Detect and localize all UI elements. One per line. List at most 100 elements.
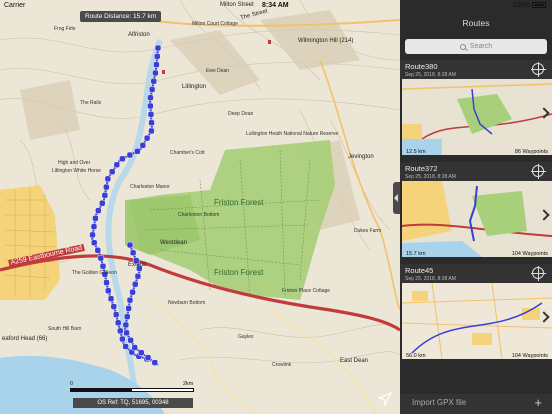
waypoint-marker[interactable]: [113, 161, 121, 169]
crosshair-icon[interactable]: [531, 62, 546, 77]
map-canvas: [0, 0, 400, 414]
map-label-south-hill-barn: South Hill Barn: [48, 326, 82, 332]
map-label-gayles: Gayles: [238, 334, 254, 340]
waypoint-marker[interactable]: [114, 319, 122, 327]
map-label-friston-forest: Friston Forest: [214, 198, 264, 207]
waypoint-marker[interactable]: [123, 329, 130, 337]
waypoint-marker[interactable]: [122, 343, 129, 350]
carrier-label: Carrier: [4, 2, 26, 9]
map-label-deep-dean: Deep Dean: [228, 111, 254, 117]
route-list-item[interactable]: Route45 Sep 25, 2018, 8:28 AM 56.0 km 10…: [400, 264, 552, 363]
map-label-charleston-manor: Charleston Manor: [130, 184, 170, 190]
route-header: Route380 Sep 25, 2018, 8:28 AM: [400, 60, 552, 79]
route-header: Route45 Sep 25, 2018, 8:28 AM: [400, 264, 552, 283]
waypoint-marker[interactable]: [138, 349, 145, 356]
waypoint-marker[interactable]: [123, 313, 131, 320]
search-input[interactable]: Search: [405, 39, 547, 54]
waypoint-marker[interactable]: [89, 231, 96, 239]
waypoint-marker[interactable]: [126, 151, 134, 159]
map-label-chambers-cott: Chamber's Cott: [170, 150, 205, 156]
waypoint-marker[interactable]: [103, 183, 110, 191]
waypoint-marker[interactable]: [131, 344, 138, 351]
waypoint-marker[interactable]: [112, 311, 120, 318]
map-label-litlington: Litlington: [182, 84, 207, 90]
waypoint-marker[interactable]: [94, 247, 102, 254]
waypoint-marker[interactable]: [148, 86, 156, 93]
map-label-friston-place: Friston Place Cottage: [282, 288, 331, 294]
waypoint-marker[interactable]: [126, 296, 134, 304]
map-label-litlington-white-horse: Litlington White Horse: [52, 168, 101, 174]
waypoint-marker[interactable]: [150, 77, 158, 85]
battery-percent: 100%: [512, 2, 530, 9]
waypoint-marker[interactable]: [151, 359, 159, 366]
waypoint-marker[interactable]: [148, 127, 155, 135]
route-thumbnail: 15.7 km 104 Waypoints: [402, 181, 552, 257]
waypoint-marker[interactable]: [148, 119, 155, 126]
waypoint-marker[interactable]: [97, 254, 105, 262]
waypoint-marker[interactable]: [147, 102, 154, 110]
map-view[interactable]: Route Distance: 15.7 km Alfriston Milton…: [0, 0, 400, 414]
route-header: Route372 Sep 25, 2018, 8:28 AM: [400, 162, 552, 181]
os-reference-label: OS Ref: TQ, 51695, 00348: [73, 398, 193, 408]
waypoint-marker[interactable]: [119, 155, 126, 163]
crosshair-icon[interactable]: [531, 164, 546, 179]
waypoint-marker[interactable]: [101, 192, 109, 199]
waypoint-marker[interactable]: [153, 53, 161, 60]
sidebar-toggle-handle[interactable]: [393, 182, 400, 214]
waypoint-marker[interactable]: [105, 287, 112, 295]
waypoint-marker[interactable]: [126, 241, 134, 249]
route-name: Route380: [405, 62, 438, 71]
import-gpx-button[interactable]: Import GPX file +: [400, 394, 552, 414]
waypoint-marker[interactable]: [107, 295, 115, 302]
route-list-item[interactable]: Route380 Sep 25, 2018, 8:28 AM 12.5 km 8…: [400, 60, 552, 159]
waypoint-marker[interactable]: [154, 44, 162, 52]
route-list-item[interactable]: Route372 Sep 25, 2018, 8:28 AM 15.7 km 1…: [400, 162, 552, 261]
scale-start-label: 0: [70, 381, 74, 387]
map-label-wilmington-hill: Wilmington Hill (214): [298, 38, 354, 44]
status-bar: Carrier 8:34 AM 100%: [0, 0, 552, 12]
waypoint-marker[interactable]: [90, 239, 98, 246]
route-thumbnail: 12.5 km 86 Waypoints: [402, 79, 552, 155]
map-label-westdean: Westdean: [160, 240, 187, 246]
waypoint-marker[interactable]: [144, 354, 152, 361]
waypoint-marker[interactable]: [129, 249, 137, 257]
map-label-jevington: Jevington: [348, 154, 374, 160]
waypoint-marker[interactable]: [127, 336, 134, 344]
waypoint-marker[interactable]: [90, 223, 98, 230]
map-label-alfriston: Alfriston: [128, 32, 150, 38]
waypoint-marker[interactable]: [153, 61, 160, 68]
waypoint-marker[interactable]: [110, 303, 118, 310]
waypoint-marker[interactable]: [108, 168, 116, 175]
route-name: Route45: [405, 266, 434, 275]
crosshair-icon[interactable]: [531, 266, 546, 281]
waypoint-marker[interactable]: [132, 280, 139, 288]
route-thumbnail: 56.0 km 104 Waypoints: [402, 283, 552, 359]
waypoint-marker[interactable]: [134, 148, 141, 155]
location-arrow-icon[interactable]: [378, 392, 398, 412]
waypoint-marker[interactable]: [134, 273, 142, 280]
waypoint-marker[interactable]: [99, 199, 106, 207]
map-label-lullington: Lullington Heath National Nature Reserve: [246, 131, 339, 137]
waypoint-marker[interactable]: [104, 175, 112, 183]
waypoint-marker[interactable]: [129, 288, 136, 296]
waypoint-marker[interactable]: [95, 207, 102, 214]
waypoint-marker[interactable]: [139, 142, 147, 149]
waypoint-marker[interactable]: [99, 262, 107, 270]
map-label-charleston-bottom: Charleston Bottom: [178, 212, 220, 218]
waypoint-marker[interactable]: [152, 69, 159, 77]
waypoint-marker[interactable]: [116, 327, 124, 335]
waypoint-marker[interactable]: [125, 305, 132, 312]
waypoint-marker[interactable]: [147, 111, 155, 118]
waypoint-marker[interactable]: [122, 321, 130, 329]
map-label-seaford-head: eaford Head (66): [2, 336, 48, 342]
waypoint-marker[interactable]: [92, 215, 99, 222]
waypoint-marker[interactable]: [119, 335, 126, 343]
map-label-dukes-farm: Dukes Farm: [354, 228, 382, 234]
waypoint-marker[interactable]: [103, 279, 110, 286]
waypoint-marker[interactable]: [147, 94, 154, 101]
route-waypoints: 104 Waypoints: [511, 353, 548, 359]
route-distance: 15.7 km: [406, 251, 426, 257]
map-label-east-dean: East Dean: [340, 358, 369, 364]
map-label-golden-galleon: The Golden Galleon: [72, 270, 117, 276]
waypoint-marker[interactable]: [143, 134, 151, 142]
